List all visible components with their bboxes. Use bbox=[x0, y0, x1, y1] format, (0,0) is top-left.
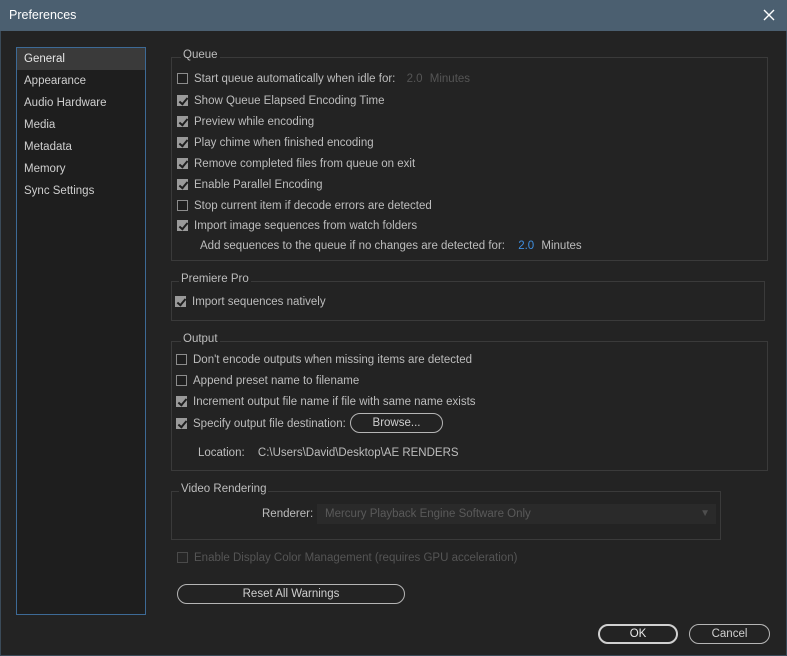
stop-current-checkbox[interactable] bbox=[177, 200, 188, 211]
dont-encode-row: Don't encode outputs when missing items … bbox=[176, 351, 472, 369]
import-sequences-label: Import image sequences from watch folder… bbox=[194, 220, 418, 232]
increment-checkbox[interactable] bbox=[176, 396, 187, 407]
import-sequences-checkbox[interactable] bbox=[177, 220, 188, 231]
output-group-title: Output bbox=[181, 333, 220, 345]
dont-encode-checkbox[interactable] bbox=[176, 354, 187, 365]
chime-label: Play chime when finished encoding bbox=[194, 137, 374, 149]
specify-dest-row: Specify output file destination: bbox=[176, 415, 346, 433]
increment-label: Increment output file name if file with … bbox=[193, 396, 476, 408]
sidebar-item-general[interactable]: General bbox=[17, 48, 145, 70]
video-rendering-group-title: Video Rendering bbox=[179, 483, 269, 495]
sidebar: General Appearance Audio Hardware Media … bbox=[16, 47, 146, 615]
sidebar-item-media[interactable]: Media bbox=[17, 114, 145, 136]
increment-row: Increment output file name if file with … bbox=[176, 393, 476, 411]
chevron-down-icon: ▼ bbox=[700, 508, 710, 519]
renderer-value: Mercury Playback Engine Software Only bbox=[325, 508, 531, 520]
browse-button[interactable]: Browse... bbox=[350, 413, 443, 433]
start-queue-row: Start queue automatically when idle for:… bbox=[177, 70, 470, 88]
specify-dest-checkbox[interactable] bbox=[176, 418, 187, 429]
color-management-label: Enable Display Color Management (require… bbox=[194, 552, 518, 564]
append-preset-label: Append preset name to filename bbox=[193, 375, 360, 387]
add-sequences-minutes-value[interactable]: 2.0 bbox=[518, 240, 534, 252]
add-sequences-label: Add sequences to the queue if no changes… bbox=[200, 240, 505, 252]
sidebar-item-audio-hardware[interactable]: Audio Hardware bbox=[17, 92, 145, 114]
sidebar-item-sync-settings[interactable]: Sync Settings bbox=[17, 180, 145, 202]
remove-completed-row: Remove completed files from queue on exi… bbox=[177, 155, 415, 173]
location-label: Location: bbox=[198, 447, 245, 459]
stop-current-label: Stop current item if decode errors are d… bbox=[194, 200, 432, 212]
start-queue-minutes-unit: Minutes bbox=[429, 73, 471, 85]
show-elapsed-label: Show Queue Elapsed Encoding Time bbox=[194, 95, 385, 107]
parallel-checkbox[interactable] bbox=[177, 179, 188, 190]
add-sequences-minutes-unit: Minutes bbox=[541, 240, 582, 252]
append-preset-row: Append preset name to filename bbox=[176, 372, 359, 390]
show-elapsed-row: Show Queue Elapsed Encoding Time bbox=[177, 92, 385, 110]
queue-group-title: Queue bbox=[181, 49, 220, 61]
renderer-select[interactable]: Mercury Playback Engine Software Only ▼ bbox=[317, 504, 716, 524]
sidebar-item-memory[interactable]: Memory bbox=[17, 158, 145, 180]
preview-checkbox[interactable] bbox=[177, 116, 188, 127]
cancel-button[interactable]: Cancel bbox=[689, 624, 770, 644]
window-title: Preferences bbox=[9, 8, 77, 22]
append-preset-checkbox[interactable] bbox=[176, 375, 187, 386]
parallel-label: Enable Parallel Encoding bbox=[194, 179, 323, 191]
sidebar-item-metadata[interactable]: Metadata bbox=[17, 136, 145, 158]
parallel-row: Enable Parallel Encoding bbox=[177, 176, 323, 194]
premiere-group-title: Premiere Pro bbox=[179, 273, 251, 285]
location-value: C:\Users\David\Desktop\AE RENDERS bbox=[257, 447, 459, 459]
remove-completed-label: Remove completed files from queue on exi… bbox=[194, 158, 416, 170]
import-sequences-row: Import image sequences from watch folder… bbox=[177, 217, 417, 235]
chime-row: Play chime when finished encoding bbox=[177, 134, 374, 152]
import-natively-label: Import sequences natively bbox=[192, 296, 326, 308]
close-icon[interactable] bbox=[759, 5, 779, 25]
color-management-row: Enable Display Color Management (require… bbox=[177, 549, 517, 567]
stop-current-row: Stop current item if decode errors are d… bbox=[177, 197, 432, 215]
title-bar: Preferences bbox=[0, 0, 787, 31]
reset-warnings-button[interactable]: Reset All Warnings bbox=[177, 584, 405, 604]
sidebar-item-appearance[interactable]: Appearance bbox=[17, 70, 145, 92]
add-sequences-row: Add sequences to the queue if no changes… bbox=[200, 237, 582, 255]
ok-button[interactable]: OK bbox=[598, 624, 678, 644]
specify-dest-label: Specify output file destination: bbox=[193, 418, 346, 430]
import-natively-row: Import sequences natively bbox=[175, 293, 326, 311]
location-row: Location: C:\Users\David\Desktop\AE REND… bbox=[198, 444, 459, 462]
remove-completed-checkbox[interactable] bbox=[177, 158, 188, 169]
dont-encode-label: Don't encode outputs when missing items … bbox=[193, 354, 472, 366]
start-queue-label: Start queue automatically when idle for: bbox=[194, 73, 396, 85]
import-natively-checkbox[interactable] bbox=[175, 296, 186, 307]
show-elapsed-checkbox[interactable] bbox=[177, 95, 188, 106]
start-queue-checkbox[interactable] bbox=[177, 73, 188, 84]
chime-checkbox[interactable] bbox=[177, 137, 188, 148]
renderer-label: Renderer: bbox=[262, 508, 314, 520]
preview-label: Preview while encoding bbox=[194, 116, 315, 128]
preview-row: Preview while encoding bbox=[177, 113, 314, 131]
start-queue-minutes-value[interactable]: 2.0 bbox=[407, 73, 423, 85]
color-management-checkbox[interactable] bbox=[177, 552, 188, 563]
